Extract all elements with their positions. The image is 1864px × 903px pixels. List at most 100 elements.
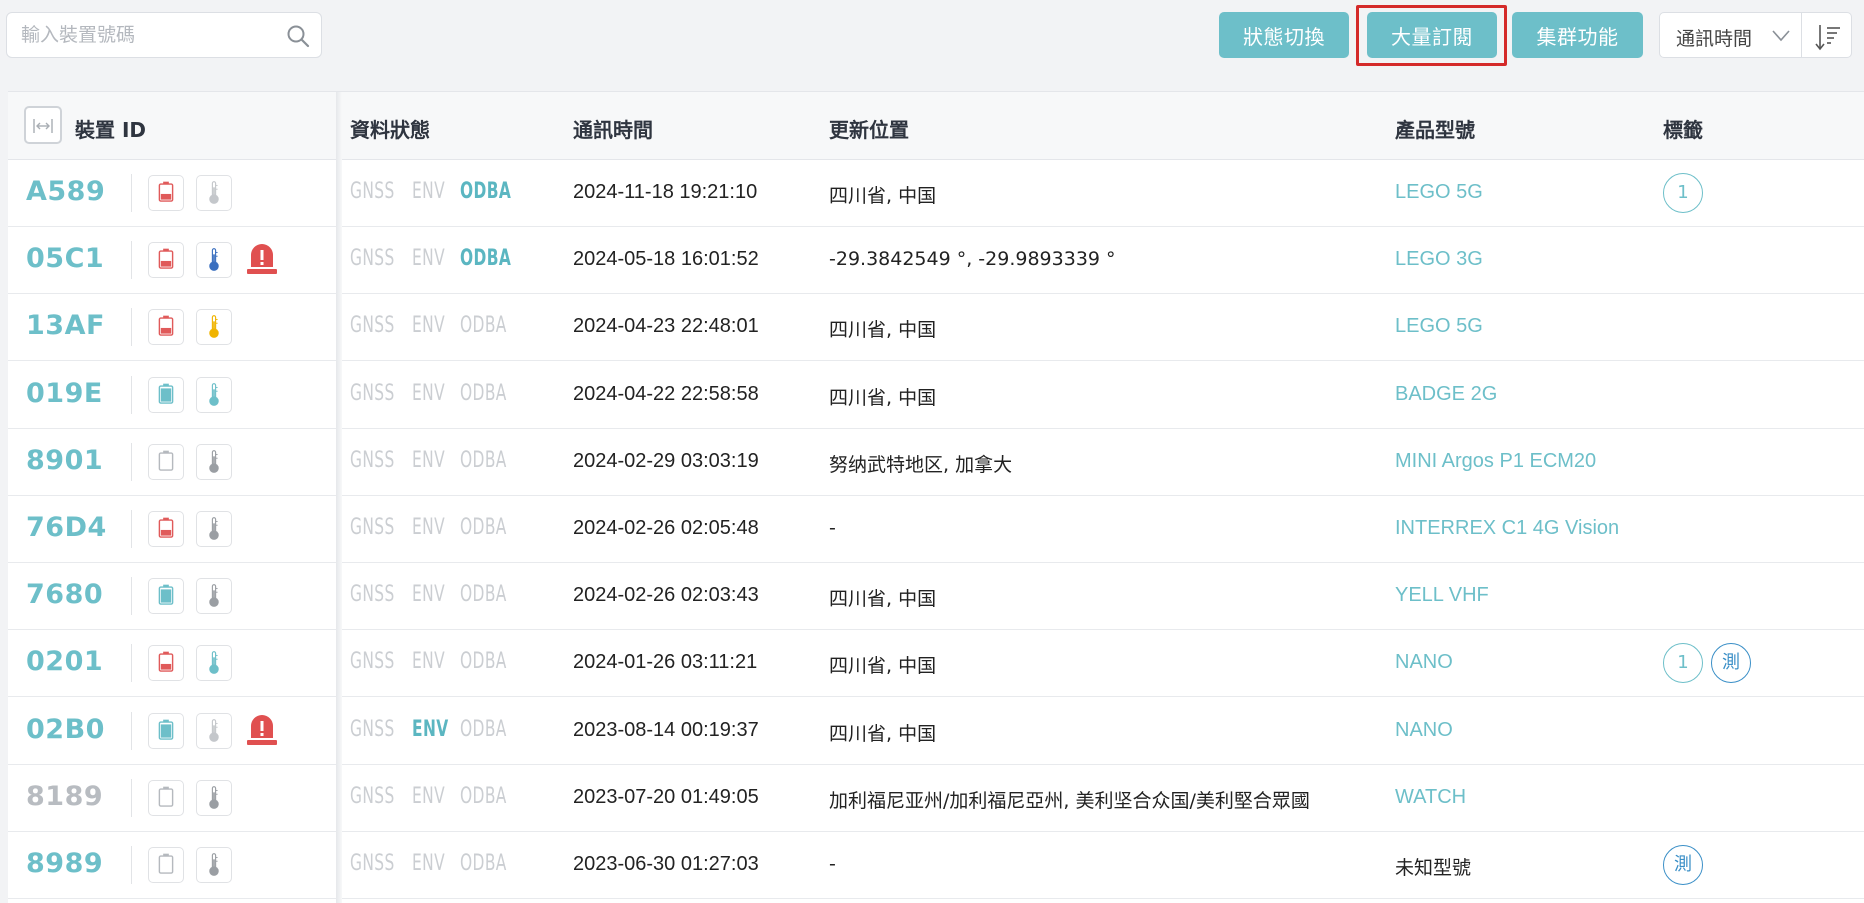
battery-icon xyxy=(148,175,184,211)
device-id-link[interactable]: 13AF xyxy=(26,310,105,341)
cluster-button[interactable]: 集群功能 xyxy=(1512,12,1643,58)
device-id-link[interactable]: 02B0 xyxy=(26,714,105,745)
env-status-label: ENV xyxy=(412,179,446,204)
device-id-link[interactable]: 8189 xyxy=(26,781,103,812)
search-input[interactable] xyxy=(21,13,271,57)
odba-status-label: ODBA xyxy=(460,851,507,876)
location: - xyxy=(829,517,836,539)
odba-status-label: ODBA xyxy=(460,313,507,339)
env-status-label: ENV xyxy=(412,380,446,406)
alarm-icon xyxy=(243,239,281,279)
location: 四川省, 中国 xyxy=(829,655,937,678)
table-row[interactable]: 019E GNSS ENV ODBA 2024-04-22 22:58:58 四川省, 中… xyxy=(8,361,1864,429)
comm-time: 2023-06-30 01:27:03 xyxy=(573,853,759,875)
env-status-label: ENV xyxy=(412,649,446,675)
table-row[interactable]: 05C1 GNSS ENV ODBA 2024-05-18 16:01:52 -29.38… xyxy=(8,227,1864,295)
odba-status-label: ODBA xyxy=(460,380,507,406)
device-id-link[interactable]: 05C1 xyxy=(26,243,104,274)
thermometer-icon xyxy=(196,712,232,749)
comm-time: 2024-05-18 16:01:52 xyxy=(573,248,759,271)
device-id-link[interactable]: A589 xyxy=(26,176,105,207)
table-row[interactable]: 8989 GNSS ENV ODBA 2023-06-30 01:27:03 - 未知型號 測 xyxy=(8,832,1864,899)
header-device-id[interactable]: 裝置 ID xyxy=(75,114,146,143)
tag-badge-test[interactable]: 測 xyxy=(1663,845,1703,885)
odba-status-label: ODBA xyxy=(460,246,512,272)
thermometer-icon xyxy=(196,242,232,279)
table-row[interactable]: 0201 GNSS ENV ODBA 2024-01-26 03:11:21 四川省, 中… xyxy=(8,630,1864,698)
table-row[interactable]: 8189 GNSS ENV ODBA 2023-07-20 01:49:05 加利福尼亚州… xyxy=(8,764,1864,832)
model-link[interactable]: NANO xyxy=(1395,651,1453,674)
device-id-link[interactable]: 8989 xyxy=(26,848,103,879)
odba-status-label: ODBA xyxy=(460,447,507,473)
table-row[interactable]: 13AF GNSS ENV ODBA 2024-04-23 22:48:01 四川省, 中… xyxy=(8,294,1864,362)
header-model[interactable]: 產品型號 xyxy=(1395,114,1475,143)
device-id-link[interactable]: 0201 xyxy=(26,646,103,677)
toolbar: 狀態切換 大量訂閱 集群功能 通訊時間 xyxy=(0,0,1864,88)
comm-time: 2024-11-18 19:21:10 xyxy=(573,181,758,203)
comm-time: 2024-01-26 03:11:21 xyxy=(573,651,758,674)
comm-time: 2024-02-26 02:05:48 xyxy=(573,517,759,539)
battery-icon xyxy=(148,578,184,615)
thermometer-icon xyxy=(196,443,232,480)
table-row[interactable]: 7680 GNSS ENV ODBA 2024-02-26 02:03:43 四川省, 中… xyxy=(8,563,1864,631)
device-id-link[interactable]: 76D4 xyxy=(26,512,107,543)
model-link[interactable]: BADGE 2G xyxy=(1395,383,1497,406)
header-comm-time[interactable]: 通訊時間 xyxy=(573,114,653,143)
table-row[interactable]: A589 GNSS ENV ODBA 2024-11-18 19:21:10 四川省, 中… xyxy=(8,160,1864,227)
comm-time: 2023-08-14 00:19:37 xyxy=(573,718,759,741)
env-status-label: ENV xyxy=(412,515,446,540)
comm-time: 2024-02-29 03:03:19 xyxy=(573,449,759,472)
model-link[interactable]: LEGO 5G xyxy=(1395,315,1483,338)
model-link[interactable]: WATCH xyxy=(1395,786,1466,809)
tag-badge-count[interactable]: 1 xyxy=(1663,643,1703,684)
table-row[interactable]: 02B0 GNSS ENV ODBA 2023-08-14 00:19:37 四川省, 中… xyxy=(8,697,1864,765)
device-table: 裝置 ID 資料狀態 通訊時間 更新位置 產品型號 標籤 A589 GNSS ENV… xyxy=(8,91,1864,903)
battery-icon xyxy=(148,309,184,346)
device-id-link[interactable]: 019E xyxy=(26,378,103,409)
model-link[interactable]: MINI Argos P1 ECM20 xyxy=(1395,450,1596,473)
gnss-status-label: GNSS xyxy=(350,649,395,675)
model-link[interactable]: YELL VHF xyxy=(1395,584,1489,607)
table-row[interactable]: 8901 GNSS ENV ODBA 2024-02-29 03:03:19 努纳武特地区… xyxy=(8,428,1864,496)
cell-divider xyxy=(131,241,132,280)
gnss-status-label: GNSS xyxy=(350,179,395,204)
device-id-link[interactable]: 8901 xyxy=(26,445,103,476)
header-tags: 標籤 xyxy=(1663,118,1703,142)
thermometer-icon xyxy=(196,511,232,547)
cell-divider xyxy=(131,510,132,548)
expand-columns-button[interactable] xyxy=(24,106,62,144)
odba-status-label: ODBA xyxy=(460,582,507,608)
odba-status-label: ODBA xyxy=(460,179,512,204)
thermometer-icon xyxy=(196,309,232,346)
cell-divider xyxy=(131,644,132,683)
sort-direction-button[interactable] xyxy=(1802,12,1852,58)
search-box[interactable] xyxy=(6,12,322,58)
search-icon[interactable] xyxy=(285,23,311,49)
location: 四川省, 中国 xyxy=(829,722,937,745)
comm-time: 2023-07-20 01:49:05 xyxy=(573,785,759,808)
table-row[interactable]: 76D4 GNSS ENV ODBA 2024-02-26 02:05:48 - INTER… xyxy=(8,496,1864,563)
location: - xyxy=(829,853,836,875)
sort-field-select[interactable]: 通訊時間 xyxy=(1659,12,1802,58)
model-link[interactable]: LEGO 3G xyxy=(1395,248,1483,271)
cell-divider xyxy=(131,778,132,817)
thermometer-icon xyxy=(196,175,232,211)
tag-badge-count[interactable]: 1 xyxy=(1663,173,1703,213)
model-link[interactable]: INTERREX C1 4G Vision xyxy=(1395,517,1619,540)
model-link[interactable]: LEGO 5G xyxy=(1395,181,1483,204)
odba-status-label: ODBA xyxy=(460,716,507,742)
bulk-subscribe-button[interactable]: 大量訂閱 xyxy=(1367,12,1497,58)
comm-time: 2024-04-22 22:58:58 xyxy=(573,382,759,405)
model-label: 未知型號 xyxy=(1395,857,1472,879)
sort-descending-icon xyxy=(1815,25,1840,51)
location: 四川省, 中国 xyxy=(829,588,937,611)
alarm-icon xyxy=(243,710,281,750)
tag-badge-test[interactable]: 測 xyxy=(1711,643,1751,684)
gnss-status-label: GNSS xyxy=(350,851,395,876)
model-link[interactable]: NANO xyxy=(1395,719,1453,742)
odba-status-label: ODBA xyxy=(460,649,507,675)
status-toggle-button[interactable]: 狀態切換 xyxy=(1219,12,1349,58)
location: 四川省, 中国 xyxy=(829,319,937,342)
gnss-status-label: GNSS xyxy=(350,783,395,809)
device-id-link[interactable]: 7680 xyxy=(26,579,103,610)
